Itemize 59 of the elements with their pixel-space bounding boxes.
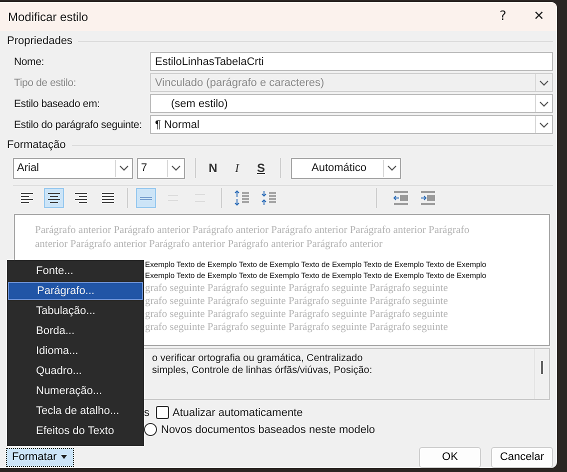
menu-item[interactable]: Parágrafo...	[8, 282, 143, 300]
field-label: Estilo baseado em:	[13, 98, 101, 110]
caret-icon	[539, 80, 549, 86]
increase-indent-icon	[419, 189, 437, 207]
menu-item[interactable]: Fonte...	[8, 262, 143, 280]
preview-text: grafo seguinte Parágrafo seguinte Parágrafo seguinte Parágrafo seguinte	[145, 295, 449, 308]
radio-button[interactable]	[144, 423, 157, 436]
radio-label: Novos documentos baseados neste modelo	[161, 424, 376, 436]
caret-icon	[387, 165, 397, 171]
menu-item[interactable]: Numeração...	[8, 382, 143, 400]
caret-icon	[539, 122, 549, 128]
font-size-dropdown[interactable]: 7	[137, 158, 185, 178]
italic-button[interactable]: I	[226, 157, 248, 179]
menu-item[interactable]: Efeitos do Texto	[8, 422, 143, 440]
spacing-before-icon	[233, 189, 251, 207]
window-title: Modificar estilo	[8, 10, 88, 24]
preview-text: Parágrafo anterior Parágrafo anterior Parágrafo anterior Parágrafo anterior Parágrafo anterior Parágrafo	[35, 224, 470, 238]
option-label: s	[144, 406, 150, 418]
font-dropdown[interactable]: Arial	[13, 158, 133, 178]
section-heading: Propriedades	[7, 35, 72, 47]
spacing-after-icon	[260, 189, 278, 207]
caret-icon	[60, 454, 68, 460]
ok-button[interactable]: OK	[419, 446, 481, 468]
close-button[interactable]: ✕	[521, 2, 557, 31]
format-button[interactable]: Formatar	[6, 448, 74, 466]
checkbox-label: Atualizar automaticamente	[172, 406, 303, 418]
underline-button[interactable]: S	[250, 157, 272, 179]
scrollbar-thumb[interactable]	[541, 361, 543, 374]
description-text: o verificar ortografia ou gramática, Centralizado	[152, 353, 364, 365]
help-button[interactable]: ?	[485, 2, 521, 31]
decrease-indent-icon	[392, 189, 410, 207]
spacing-before-button[interactable]	[232, 188, 252, 208]
field-label: Nome:	[13, 56, 45, 68]
cancel-button[interactable]: Cancelar	[491, 446, 553, 468]
preview-text: grafo seguinte Parágrafo seguinte Parágrafo seguinte Parágrafo seguinte	[145, 308, 449, 321]
preview-text: grafo seguinte Parágrafo seguinte Parágrafo seguinte Parágrafo seguinte	[145, 321, 449, 334]
menu-item[interactable]: Tecla de atalho...	[8, 402, 143, 420]
field-label: Tipo de estilo:	[13, 76, 77, 88]
menu-item[interactable]: Idioma...	[8, 342, 143, 360]
preview-text: anterior Parágrafo anterior Parágrafo anterior Parágrafo anterior Parágrafo anterior	[35, 238, 384, 252]
menu-item[interactable]: Quadro...	[8, 362, 143, 380]
field-label: Estilo do parágrafo seguinte:	[13, 118, 143, 130]
preview-text: grafo seguinte Parágrafo seguinte Parágrafo seguinte Parágrafo seguinte	[145, 282, 449, 295]
caret-icon	[171, 165, 181, 171]
spacing-after-button[interactable]	[259, 188, 279, 208]
section-heading: Formatação	[7, 139, 66, 151]
style-dropdown[interactable]: ¶ Normal	[150, 115, 553, 134]
caret-icon	[119, 165, 129, 171]
style-dropdown[interactable]: (sem estilo)	[150, 94, 553, 113]
description-text: simples, Controle de linhas órfãs/viúvas, Posição:	[152, 365, 374, 377]
line-spacing-icon	[140, 196, 152, 200]
menu-item[interactable]: Tabulação...	[8, 302, 143, 320]
name-field[interactable]: EstiloLinhasTabelaCrti	[150, 52, 553, 71]
caret-icon	[539, 100, 549, 106]
bold-button[interactable]: N	[202, 157, 224, 179]
menu-item[interactable]: Borda...	[8, 322, 143, 340]
font-color-dropdown[interactable]: Automático	[291, 158, 401, 178]
checkbox[interactable]	[156, 406, 168, 419]
align-center-button[interactable]	[44, 188, 64, 208]
